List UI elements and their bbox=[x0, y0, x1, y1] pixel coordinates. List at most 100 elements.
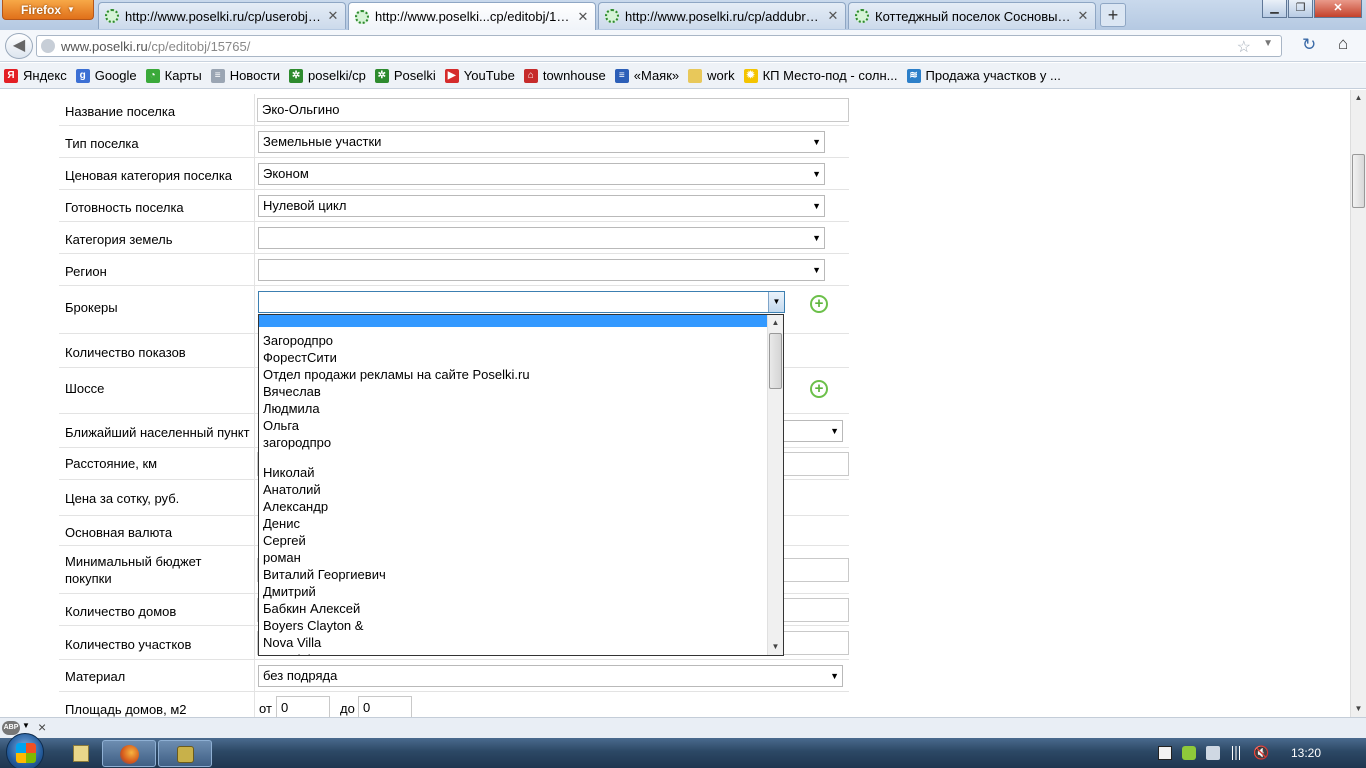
range-to-label: до bbox=[340, 701, 355, 716]
dropdown-option[interactable]: Николай bbox=[259, 464, 768, 481]
dropdown-option[interactable]: Ольга bbox=[259, 417, 768, 434]
dropdown-option[interactable]: Boyers Clayton & bbox=[259, 617, 768, 634]
poselki-favicon-icon bbox=[605, 9, 619, 23]
device-icon[interactable] bbox=[1206, 746, 1220, 760]
select-field[interactable]: без подряда ▼ bbox=[258, 665, 843, 687]
field-value: Эконом bbox=[263, 166, 309, 181]
start-button[interactable] bbox=[6, 733, 44, 768]
area-to-input[interactable]: 0 bbox=[358, 696, 412, 717]
bookmark-item[interactable]: ✹ КП Место-под - солн... bbox=[743, 68, 898, 83]
area-from-input[interactable]: 0 bbox=[276, 696, 330, 717]
form-row: Площадь домов, м2 от 0 до 0 bbox=[59, 692, 849, 717]
bookmark-item[interactable]: ≡ «Маяк» bbox=[614, 68, 679, 83]
select-field[interactable]: ▼ bbox=[258, 259, 825, 281]
scroll-down-icon[interactable]: ▼ bbox=[1351, 701, 1366, 717]
maps-icon: ◔ bbox=[145, 68, 160, 83]
bookmark-item[interactable]: ≋ Продажа участков у ... bbox=[906, 68, 1061, 83]
back-button[interactable]: ◀ bbox=[5, 33, 33, 59]
brokers-select[interactable]: ▼ bbox=[258, 291, 785, 313]
field-value: Земельные участки bbox=[263, 134, 382, 149]
explorer-taskbar-button[interactable] bbox=[56, 740, 104, 767]
addon-bar-close-icon[interactable]: × bbox=[38, 719, 46, 735]
firefox-taskbar-button[interactable] bbox=[102, 740, 156, 767]
minimize-button[interactable]: ▁ bbox=[1262, 0, 1287, 18]
adblock-icon[interactable]: ABP bbox=[2, 721, 20, 735]
clock[interactable]: 13:20 bbox=[1291, 746, 1321, 760]
tab-title: http://www.poselki.ru/cp/addubroker/ bbox=[625, 8, 821, 24]
add-highway-icon[interactable]: + bbox=[810, 380, 828, 398]
page-scrollbar[interactable]: ▲ ▼ bbox=[1350, 90, 1366, 717]
dropdown-option[interactable]: Отдел продажи рекламы на сайте Poselki.r… bbox=[259, 366, 768, 383]
bookmark-label: Google bbox=[94, 68, 137, 83]
site-identity-icon[interactable] bbox=[41, 39, 55, 53]
brokers-dropdown-list[interactable]: Загородпро ФорестСити Отдел продажи реклам… bbox=[258, 314, 784, 656]
dropdown-option[interactable]: Денис bbox=[259, 515, 768, 532]
add-broker-icon[interactable]: + bbox=[810, 295, 828, 313]
history-dropdown-icon[interactable]: ▼ bbox=[1263, 38, 1273, 49]
tab-userobject[interactable]: http://www.poselki.ru/cp/userobject/ ✕ bbox=[98, 2, 346, 29]
dropdown-option[interactable]: роман bbox=[259, 549, 768, 566]
select-field[interactable]: Эконом ▼ bbox=[258, 163, 825, 185]
field-value: 0 bbox=[363, 700, 371, 715]
dropdown-option[interactable]: Загородпро bbox=[259, 332, 768, 349]
dropdown-scrollbar[interactable]: ▲ ▼ bbox=[767, 315, 783, 655]
tab-editobj[interactable]: http://www.poselki...cp/editobj/15765/ ✕ bbox=[348, 2, 596, 30]
select-field[interactable]: Нулевой цикл ▼ bbox=[258, 195, 825, 217]
dropdown-option[interactable]: Сергей bbox=[259, 532, 768, 549]
dropdown-option[interactable]: Вячеслав bbox=[259, 383, 768, 400]
volume-muted-icon[interactable]: 🔇 bbox=[1253, 746, 1269, 760]
dropdown-option[interactable]: ФорестСити bbox=[259, 349, 768, 366]
bookmark-item[interactable]: ⌂ townhouse bbox=[523, 68, 606, 83]
select-field[interactable]: ▼ bbox=[258, 227, 825, 249]
bookmark-item[interactable]: g Google bbox=[75, 68, 137, 83]
dropdown-option[interactable]: Людмила bbox=[259, 400, 768, 417]
new-tab-button[interactable]: + bbox=[1100, 3, 1126, 27]
dropdown-option[interactable]: загородпро bbox=[259, 434, 768, 451]
reload-icon[interactable]: ↻ bbox=[1302, 35, 1316, 55]
firefox-menu-button[interactable]: Firefox ▼ bbox=[2, 0, 94, 20]
chevron-down-icon[interactable]: ▼ bbox=[22, 721, 30, 730]
app-taskbar-button[interactable] bbox=[158, 740, 212, 767]
tray-app-icon[interactable] bbox=[1158, 746, 1172, 760]
form-row: Категория земель ▼ bbox=[59, 222, 849, 254]
close-tab-icon[interactable]: ✕ bbox=[577, 9, 589, 25]
dropdown-option[interactable]: Виталий Георгиевич bbox=[259, 566, 768, 583]
scroll-up-icon[interactable]: ▲ bbox=[768, 315, 783, 331]
bookmark-item[interactable]: ◔ Карты bbox=[145, 68, 202, 83]
dropdown-option[interactable]: Бабкин Алексей bbox=[259, 600, 768, 617]
scroll-down-icon[interactable]: ▼ bbox=[768, 639, 783, 655]
dropdown-arrow-icon[interactable]: ▼ bbox=[768, 292, 784, 312]
url-bar[interactable]: www.poselki.ru /cp/editobj/15765/ ☆ ▼ bbox=[36, 35, 1282, 57]
dropdown-option[interactable]: Александр bbox=[259, 498, 768, 515]
dropdown-option[interactable]: Анатолий bbox=[259, 481, 768, 498]
bookmark-item[interactable]: ✲ poselki/cp bbox=[289, 68, 366, 83]
tab-cottage[interactable]: Коттеджный поселок Сосновый бе... ✕ bbox=[848, 2, 1096, 29]
text-input[interactable]: Эко-Ольгино bbox=[257, 98, 849, 122]
dropdown-option[interactable]: Дмитрий bbox=[259, 583, 768, 600]
dropdown-option[interactable] bbox=[259, 315, 768, 327]
page-scroll-thumb[interactable] bbox=[1352, 154, 1365, 208]
home-icon[interactable]: ⌂ bbox=[1338, 34, 1348, 54]
dropdown-option[interactable]: Nova Villa bbox=[259, 634, 768, 651]
bookmark-star-icon[interactable]: ☆ bbox=[1237, 37, 1251, 57]
dropdown-option[interactable]: Smartlab Рекламное агентство bbox=[259, 651, 768, 655]
dropdown-scroll-thumb[interactable] bbox=[769, 333, 782, 389]
bookmark-item[interactable]: ✲ Poselki bbox=[374, 68, 436, 83]
bookmark-item[interactable]: work bbox=[688, 68, 735, 83]
select-field[interactable]: Земельные участки ▼ bbox=[258, 131, 825, 153]
field-cell bbox=[254, 158, 255, 189]
form-row: Тип поселка Земельные участки ▼ bbox=[59, 126, 849, 158]
close-tab-icon[interactable]: ✕ bbox=[327, 8, 339, 24]
bookmark-item[interactable]: ▶ YouTube bbox=[444, 68, 515, 83]
close-tab-icon[interactable]: ✕ bbox=[1077, 8, 1089, 24]
form-row: Ценовая категория поселка Эконом ▼ bbox=[59, 158, 849, 190]
network-signal-icon[interactable] bbox=[1229, 746, 1243, 760]
tab-addubroker[interactable]: http://www.poselki.ru/cp/addubroker/ ✕ bbox=[598, 2, 846, 29]
bookmark-item[interactable]: Я Яндекс bbox=[4, 68, 67, 83]
window-close-button[interactable]: ✕ bbox=[1314, 0, 1362, 18]
maximize-button[interactable]: ❐ bbox=[1288, 0, 1313, 18]
scroll-up-icon[interactable]: ▲ bbox=[1351, 90, 1366, 106]
android-icon[interactable] bbox=[1182, 746, 1196, 760]
bookmark-item[interactable]: ≡ Новости bbox=[210, 68, 280, 83]
close-tab-icon[interactable]: ✕ bbox=[827, 8, 839, 24]
